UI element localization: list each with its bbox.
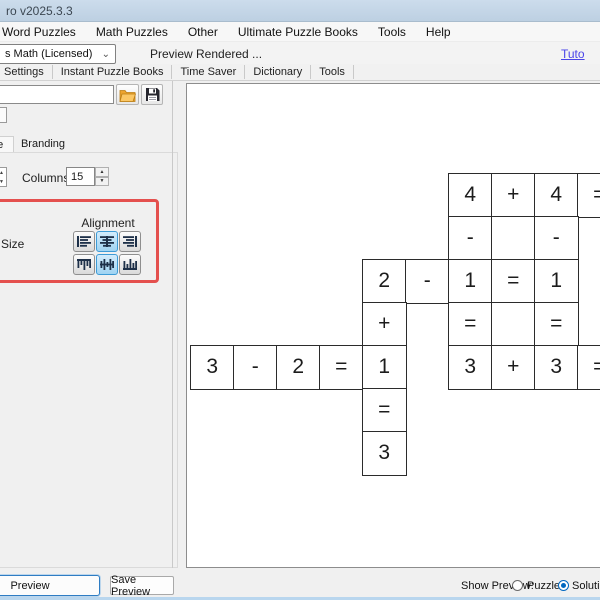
file-path-input[interactable] <box>0 85 114 104</box>
puzzle-type-value: s Math (Licensed) <box>5 48 92 60</box>
app-window: ro v2025.3.3 Word Puzzles Math Puzzles O… <box>0 0 600 600</box>
puzzle-cell: = <box>448 302 493 347</box>
puzzle-cell: = <box>491 259 536 304</box>
puzzle-cell <box>491 302 536 347</box>
align-bottom-button[interactable] <box>119 254 141 275</box>
puzzle-cell: 3 <box>534 345 579 390</box>
align-right-button[interactable] <box>119 231 141 252</box>
panel-splitter[interactable] <box>172 81 173 568</box>
align-center-horizontal-button[interactable] <box>96 231 118 252</box>
spin-down-icon[interactable]: ▼ <box>95 177 109 187</box>
puzzle-cell: 1 <box>534 259 579 304</box>
puzzle-cell: - <box>534 216 579 261</box>
align-top-icon <box>77 259 91 270</box>
preview-button-label: Preview <box>10 580 49 592</box>
puzzle-cell: 3 <box>448 345 493 390</box>
puzzle-cell: 2 <box>276 345 321 390</box>
alignment-button-group <box>73 231 141 275</box>
subtab-branding-label: Branding <box>21 138 65 150</box>
tab-time-saver[interactable]: Time Saver <box>172 65 245 79</box>
tab-tools[interactable]: Tools <box>311 65 354 79</box>
subtab-style-label: le <box>0 139 3 151</box>
radio-puzzle[interactable] <box>512 580 523 591</box>
bottom-bar: Preview Save Preview Show Preview: Puzzl… <box>0 569 600 597</box>
columns-input[interactable]: 15 <box>66 167 95 186</box>
puzzle-cell: = <box>577 345 600 390</box>
columns-label: Columns <box>22 171 69 185</box>
puzzle-cell: = <box>362 388 407 433</box>
puzzle-cell: + <box>362 302 407 347</box>
menu-math-puzzles[interactable]: Math Puzzles <box>86 23 178 41</box>
puzzle-cell: = <box>319 345 364 390</box>
menu-ultimate-puzzle-books[interactable]: Ultimate Puzzle Books <box>228 23 368 41</box>
align-left-button[interactable] <box>73 231 95 252</box>
menu-other[interactable]: Other <box>178 23 228 41</box>
puzzle-type-dropdown[interactable]: s Math (Licensed) ⌄ <box>0 44 116 64</box>
preview-rendered-status: Preview Rendered ... <box>150 47 262 61</box>
open-file-button[interactable] <box>116 84 139 105</box>
menu-word-puzzles[interactable]: Word Puzzles <box>0 23 86 41</box>
window-title: ro v2025.3.3 <box>6 4 73 18</box>
puzzle-cell <box>491 216 536 261</box>
menu-bar: Word Puzzles Math Puzzles Other Ultimate… <box>0 22 600 42</box>
puzzle-cell: 4 <box>534 173 579 218</box>
puzzle-cell: - <box>233 345 278 390</box>
tab-instant-puzzle-books[interactable]: Instant Puzzle Books <box>53 65 173 79</box>
toolbar-row: s Math (Licensed) ⌄ Preview Rendered ...… <box>0 42 600 64</box>
puzzle-cell: + <box>491 173 536 218</box>
align-center-horizontal-icon <box>100 236 114 247</box>
puzzle-cell: 1 <box>448 259 493 304</box>
puzzle-cell: 4 <box>448 173 493 218</box>
tab-dictionary[interactable]: Dictionary <box>245 65 311 79</box>
subtab-branding[interactable]: Branding <box>16 136 70 152</box>
puzzle-cell: 3 <box>362 431 407 476</box>
spin-up-icon[interactable]: ▲ <box>95 167 109 177</box>
puzzle-cell: + <box>491 345 536 390</box>
align-top-button[interactable] <box>73 254 95 275</box>
puzzle-cell: 1 <box>362 345 407 390</box>
align-right-icon <box>123 236 137 247</box>
rows-spinner-fragment[interactable]: ▲▼ <box>0 167 7 187</box>
save-preview-button[interactable]: Save Preview <box>110 576 174 595</box>
menu-help[interactable]: Help <box>416 23 461 41</box>
menu-tools[interactable]: Tools <box>368 23 416 41</box>
folder-icon <box>119 88 136 102</box>
radio-solution-label: Solution <box>572 580 600 592</box>
save-icon <box>145 87 160 102</box>
align-middle-vertical-button[interactable] <box>96 254 118 275</box>
puzzle-preview-panel: 4+4=--2-1=1+==3-2=13+3==3 <box>186 83 600 568</box>
align-middle-vertical-icon <box>100 259 114 270</box>
preview-button[interactable]: Preview <box>0 575 100 596</box>
save-button[interactable] <box>141 84 163 105</box>
title-bar[interactable]: ro v2025.3.3 <box>0 0 600 22</box>
align-left-icon <box>77 236 91 247</box>
puzzle-cell: - <box>405 259 450 304</box>
save-preview-label: Save Preview <box>111 574 173 598</box>
puzzle-cell: = <box>577 173 600 218</box>
alignment-label: Alignment <box>72 216 144 230</box>
puzzle-cell: - <box>448 216 493 261</box>
puzzle-cell: 3 <box>190 345 235 390</box>
clipped-control-fragment[interactable] <box>0 107 7 123</box>
columns-value: 15 <box>71 171 83 183</box>
puzzle-cell: 2 <box>362 259 407 304</box>
chevron-down-icon: ⌄ <box>102 49 115 60</box>
puzzle-cell: = <box>534 302 579 347</box>
puzzle-grid: 4+4=--2-1=1+==3-2=13+3==3 <box>187 84 600 567</box>
radio-puzzle-label: Puzzle <box>527 580 560 592</box>
tutorials-link[interactable]: Tuto <box>561 47 585 61</box>
subtab-style[interactable]: le <box>0 136 14 152</box>
tab-settings[interactable]: Settings <box>0 65 53 79</box>
columns-stepper[interactable]: ▲ ▼ <box>95 167 109 186</box>
align-bottom-icon <box>123 259 137 270</box>
radio-solution[interactable] <box>558 580 569 591</box>
main-tab-strip: Settings Instant Puzzle Books Time Saver… <box>0 64 600 81</box>
size-label: Size <box>1 237 24 251</box>
